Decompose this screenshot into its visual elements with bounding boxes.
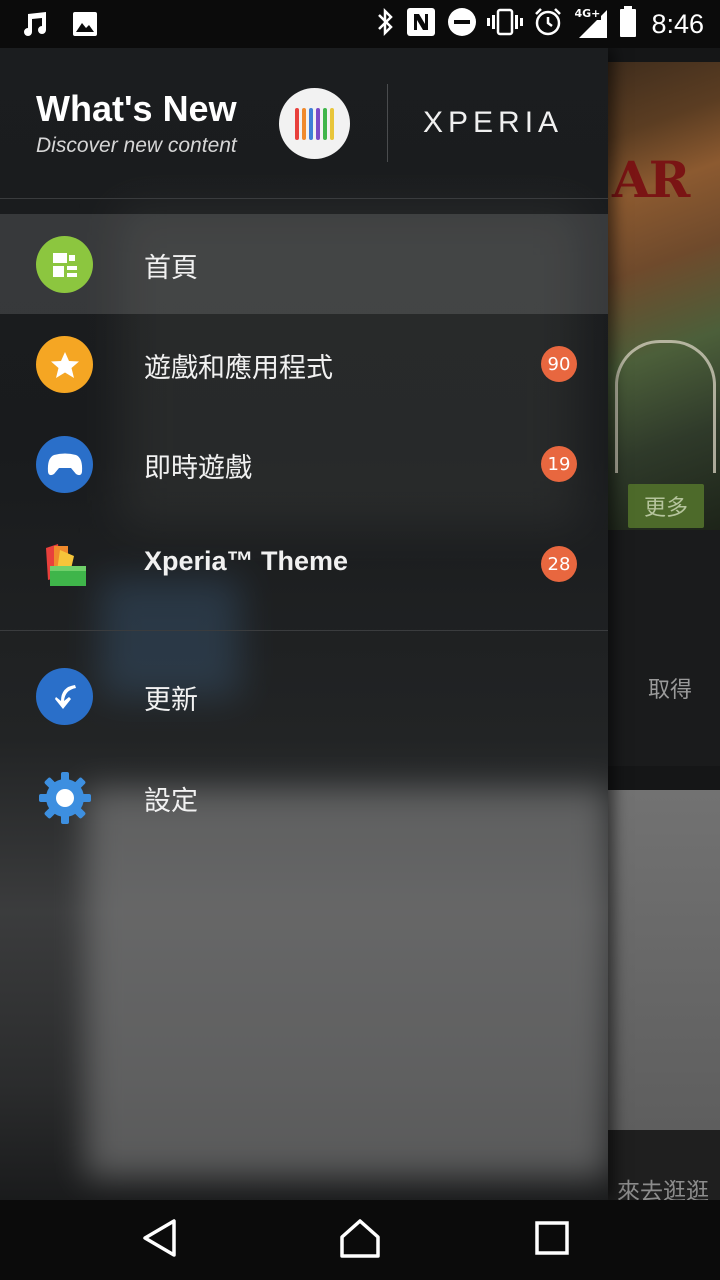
star-icon (36, 336, 93, 393)
music-icon (22, 10, 48, 42)
count-badge: 19 (541, 446, 577, 482)
status-time: 8:46 (651, 8, 704, 39)
drawer-item-home[interactable]: 首頁 (0, 214, 608, 314)
navigation-bar (0, 1200, 720, 1280)
signal-icon: 4G+ (573, 8, 609, 40)
divider (0, 630, 608, 631)
network-type-label: 4G+ (573, 7, 602, 20)
logo-bar (330, 107, 334, 140)
drawer-item-instant-games[interactable]: 即時遊戲 19 (0, 414, 608, 514)
logo-bar (295, 107, 299, 140)
background-hero-title: AR (612, 150, 690, 209)
get-button[interactable]: 取得 (620, 672, 720, 704)
logo-bar (323, 107, 327, 140)
update-arrow-icon (36, 668, 93, 725)
recents-button[interactable] (522, 1214, 582, 1266)
battery-icon (619, 6, 637, 42)
home-icon (339, 1217, 381, 1263)
header-divider (387, 84, 388, 162)
logo-bars (295, 107, 334, 140)
drawer-header: What's New Discover new content XPERIA (0, 48, 608, 198)
back-button[interactable] (130, 1214, 190, 1266)
background-hero-arch (615, 340, 716, 473)
vibrate-icon (487, 7, 524, 41)
nfc-icon (405, 6, 437, 42)
app-title: What's New (36, 88, 237, 129)
logo-bar (302, 107, 306, 140)
gamepad-icon (36, 436, 93, 493)
drawer-item-label: 更新 (144, 685, 198, 716)
back-icon (141, 1218, 179, 1262)
drawer-item-label: 即時遊戲 (144, 453, 252, 484)
drawer-item-games-apps[interactable]: 遊戲和應用程式 90 (0, 314, 608, 414)
brand-logo: XPERIA (423, 106, 564, 139)
drawer-item-xperia-theme[interactable]: Xperia™ Theme 28 (0, 514, 608, 614)
theme-palette-icon (36, 536, 93, 593)
divider (0, 198, 608, 199)
home-grid-icon (36, 236, 93, 293)
bluetooth-icon (375, 7, 395, 41)
do-not-disturb-icon (447, 7, 477, 41)
logo-bar (316, 107, 320, 140)
more-button[interactable]: 更多 (628, 484, 704, 528)
drawer-item-label: Xperia™ Theme (144, 546, 349, 576)
count-badge: 90 (541, 346, 577, 382)
settings-gear-icon (36, 769, 93, 826)
recents-icon (534, 1220, 570, 1260)
home-button[interactable] (330, 1214, 390, 1266)
drawer-item-updates[interactable]: 更新 (0, 646, 608, 746)
app-logo-icon (279, 88, 350, 159)
drawer-item-label: 首頁 (144, 253, 198, 284)
status-bar: 4G+ 8:46 (0, 0, 720, 48)
drawer-item-label: 遊戲和應用程式 (144, 353, 333, 384)
navigation-drawer: What's New Discover new content XPERIA 首… (0, 48, 608, 1200)
count-badge: 28 (541, 546, 577, 582)
image-icon (72, 11, 98, 41)
logo-bar (309, 107, 313, 140)
app-subtitle: Discover new content (36, 134, 237, 157)
drawer-item-settings[interactable]: 設定 (0, 747, 608, 847)
alarm-icon (533, 7, 563, 41)
drawer-item-label: 設定 (144, 786, 198, 817)
